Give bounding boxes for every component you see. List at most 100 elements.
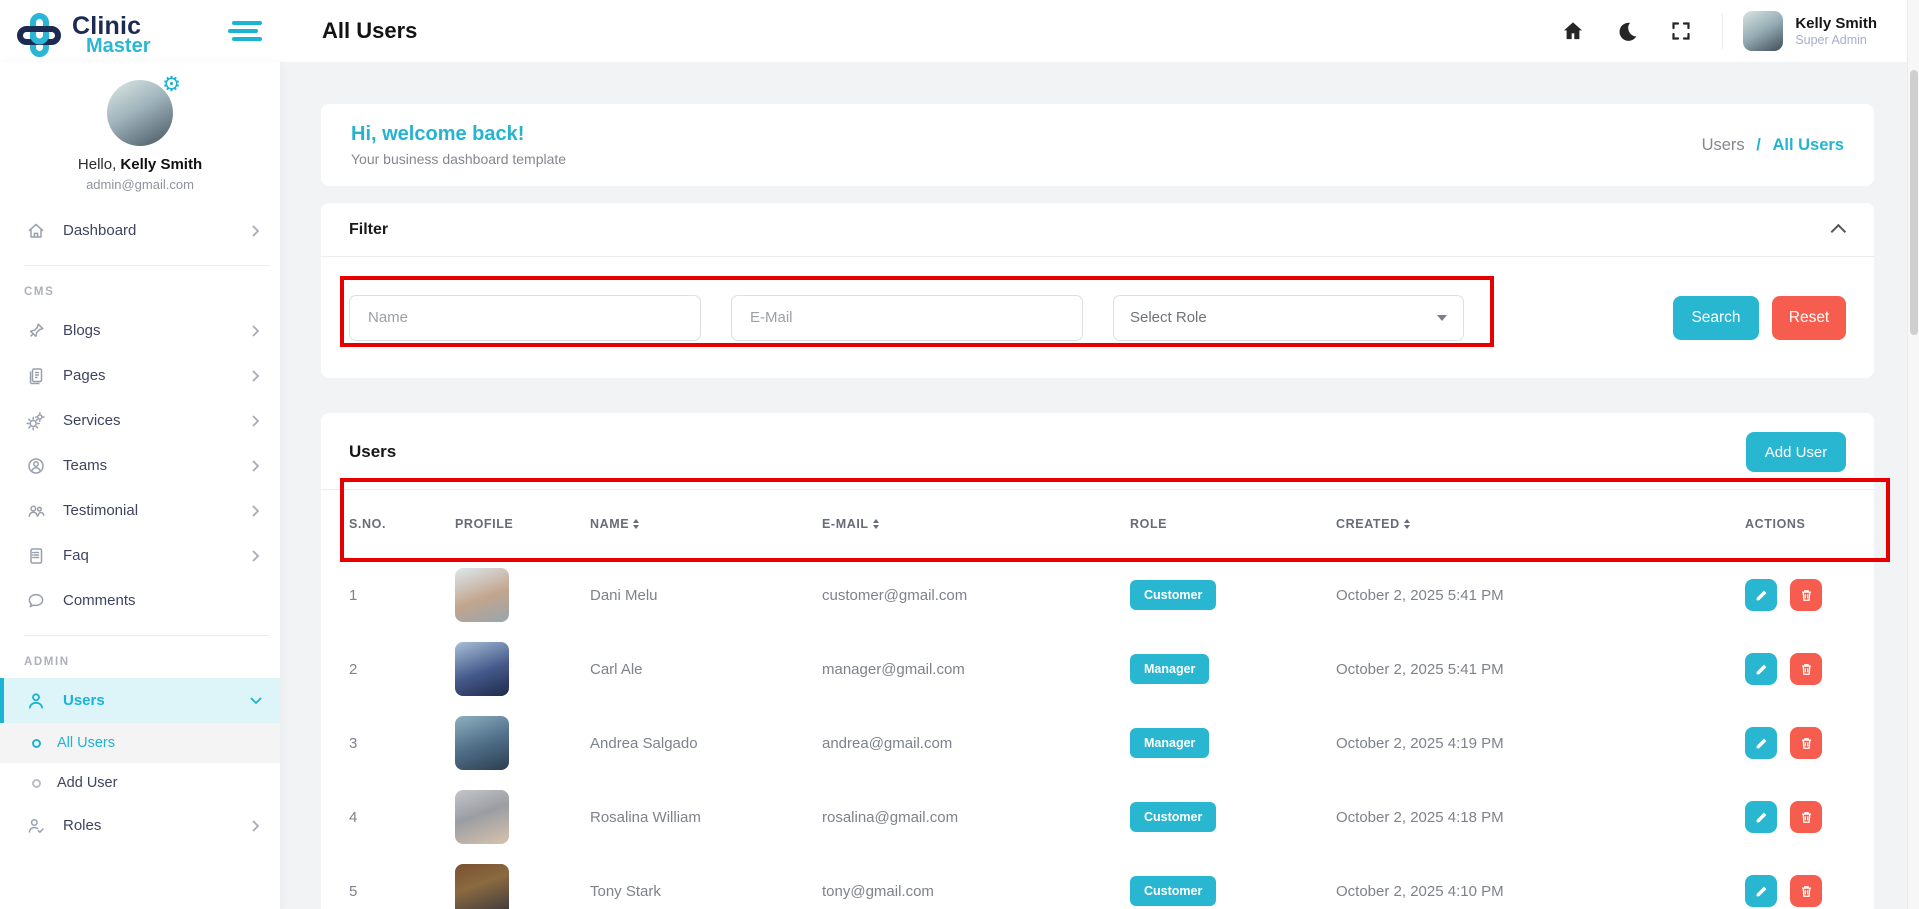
reset-button[interactable]: Reset — [1772, 296, 1846, 340]
profile-settings-gear-icon[interactable]: ⚙ — [162, 74, 181, 95]
role-badge: Manager — [1130, 654, 1209, 684]
sidebar-item-comments[interactable]: Comments — [0, 578, 280, 623]
column-actions: ACTIONS — [1745, 517, 1846, 531]
column-created[interactable]: CREATED — [1336, 517, 1745, 531]
row-created: October 2, 2025 4:18 PM — [1336, 809, 1745, 826]
brand-name-bottom: Master — [86, 36, 150, 56]
sidebar-item-teams[interactable]: Teams — [0, 443, 280, 488]
delete-button[interactable] — [1790, 801, 1822, 833]
sidebar-item-add-user[interactable]: Add User — [0, 763, 280, 803]
edit-button[interactable] — [1745, 875, 1777, 907]
page-scrollbar — [1907, 0, 1919, 909]
role-select-value: Select Role — [1130, 309, 1207, 326]
user-icon — [26, 691, 46, 711]
clinic-master-logo-icon — [16, 12, 62, 58]
topbar-divider — [1722, 13, 1723, 49]
row-name: Tony Stark — [590, 883, 822, 900]
pencil-icon — [1755, 737, 1768, 750]
row-actions — [1745, 579, 1846, 612]
chevron-right-icon — [252, 820, 260, 832]
add-user-button[interactable]: Add User — [1746, 432, 1846, 472]
filter-panel: Filter Select Role Search Reset — [321, 203, 1874, 378]
table-row: 3 Andrea Salgado andrea@gmail.com Manage… — [321, 706, 1874, 780]
role-badge: Customer — [1130, 802, 1216, 832]
sidebar-nav: Dashboard CMS Blogs Pages Services Teams — [0, 208, 280, 848]
column-profile: PROFILE — [455, 517, 590, 531]
role-badge: Customer — [1130, 580, 1216, 610]
row-actions — [1745, 653, 1846, 686]
row-name: Carl Ale — [590, 661, 822, 678]
trash-icon — [1800, 810, 1813, 824]
row-actions — [1745, 801, 1846, 834]
edit-button[interactable] — [1745, 579, 1777, 611]
caret-down-icon — [1437, 315, 1447, 326]
row-actions — [1745, 875, 1846, 908]
home-outline-icon — [26, 221, 46, 241]
column-email[interactable]: E-MAIL — [822, 517, 1130, 531]
trash-icon — [1800, 588, 1813, 602]
profile-greeting: Hello, Kelly Smith — [0, 156, 280, 173]
row-role-cell: Customer — [1130, 802, 1336, 832]
role-select[interactable]: Select Role — [1113, 295, 1464, 341]
delete-button[interactable] — [1790, 579, 1822, 611]
chevron-right-icon — [252, 225, 260, 237]
sidebar-item-pages[interactable]: Pages — [0, 353, 280, 398]
row-created: October 2, 2025 5:41 PM — [1336, 587, 1745, 604]
sidebar-item-roles[interactable]: Roles — [0, 803, 280, 848]
row-profile-cell — [455, 642, 590, 696]
sidebar-item-blogs[interactable]: Blogs — [0, 308, 280, 353]
home-icon[interactable] — [1558, 16, 1588, 46]
chevron-right-icon — [252, 370, 260, 382]
trash-icon — [1800, 884, 1813, 898]
row-name: Rosalina William — [590, 809, 822, 826]
chevron-right-icon — [252, 415, 260, 427]
role-badge: Manager — [1130, 728, 1209, 758]
email-filter-input[interactable] — [731, 295, 1083, 341]
edit-button[interactable] — [1745, 801, 1777, 833]
sidebar-item-services[interactable]: Services — [0, 398, 280, 443]
delete-button[interactable] — [1790, 727, 1822, 759]
chevron-right-icon — [252, 505, 260, 517]
name-filter-input[interactable] — [349, 295, 701, 341]
row-role-cell: Customer — [1130, 580, 1336, 610]
person-circle-icon — [26, 456, 46, 476]
sidebar-item-dashboard[interactable]: Dashboard — [0, 208, 280, 253]
main-content: Hi, welcome back! Your business dashboar… — [280, 62, 1919, 909]
sidebar-item-users[interactable]: Users — [0, 678, 280, 723]
faq-document-icon — [26, 546, 46, 566]
fullscreen-icon[interactable] — [1666, 16, 1696, 46]
pencil-icon — [1755, 589, 1768, 602]
bullet-dot-icon — [32, 779, 41, 788]
gears-icon — [26, 411, 46, 431]
pages-icon — [26, 366, 46, 386]
breadcrumb-parent[interactable]: Users — [1702, 136, 1745, 154]
sidebar-item-faq[interactable]: Faq — [0, 533, 280, 578]
sidebar-item-all-users[interactable]: All Users — [0, 723, 280, 763]
row-name: Andrea Salgado — [590, 735, 822, 752]
edit-button[interactable] — [1745, 653, 1777, 685]
delete-button[interactable] — [1790, 653, 1822, 685]
sidebar-toggle-button[interactable] — [228, 21, 262, 43]
section-label-cms: CMS — [0, 270, 280, 308]
top-bar: Clinic Master All Users Kelly Smith Supe… — [0, 0, 1919, 62]
row-role-cell: Manager — [1130, 728, 1336, 758]
user-menu[interactable]: Kelly Smith Super Admin — [1795, 15, 1877, 48]
scrollbar-thumb[interactable] — [1910, 70, 1918, 335]
welcome-subtitle: Your business dashboard template — [351, 151, 566, 167]
profile-photo — [455, 716, 509, 770]
search-button[interactable]: Search — [1673, 296, 1759, 340]
delete-button[interactable] — [1790, 875, 1822, 907]
users-panel: Users Add User S.NO. PROFILE NAME E-MAIL… — [321, 413, 1874, 909]
header-avatar[interactable] — [1743, 11, 1783, 51]
welcome-title: Hi, welcome back! — [351, 123, 566, 146]
collapse-chevron-icon[interactable] — [1831, 224, 1847, 240]
row-sno: 1 — [349, 587, 455, 604]
moon-icon[interactable] — [1612, 16, 1642, 46]
profile-photo — [455, 790, 509, 844]
edit-button[interactable] — [1745, 727, 1777, 759]
sidebar-item-testimonial[interactable]: Testimonial — [0, 488, 280, 533]
row-email: tony@gmail.com — [822, 883, 1130, 900]
sidebar-profile: ⚙ Hello, Kelly Smith admin@gmail.com — [0, 62, 280, 192]
chevron-right-icon — [252, 325, 260, 337]
column-name[interactable]: NAME — [590, 517, 822, 531]
